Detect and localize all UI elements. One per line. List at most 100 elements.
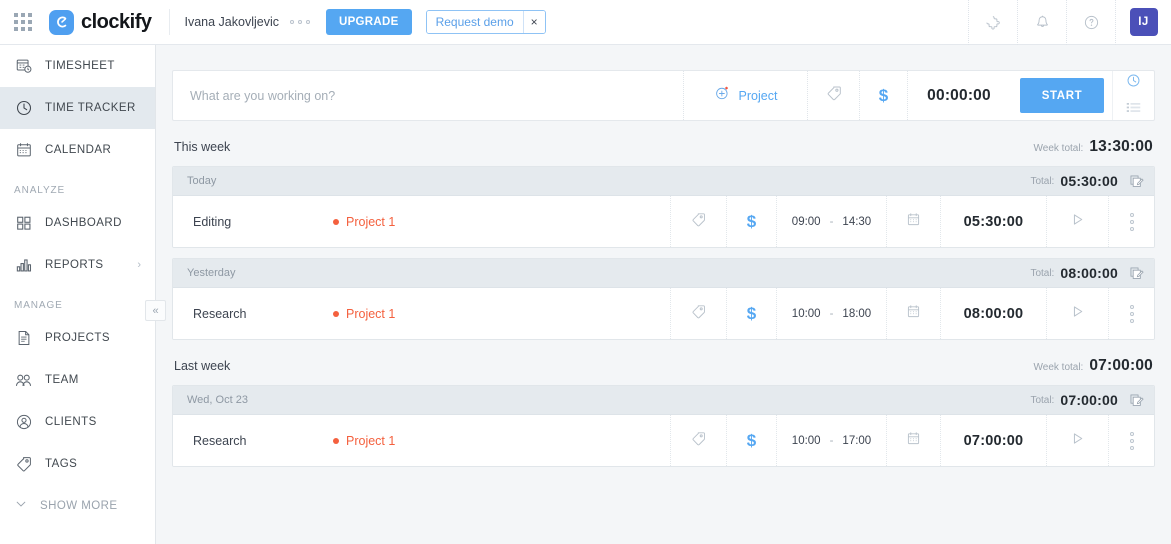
entry-billable-button[interactable]: $: [726, 196, 776, 247]
sidebar-item-tags[interactable]: TAGS: [0, 443, 155, 485]
sidebar-item-label: REPORTS: [45, 259, 104, 271]
clockify-logo[interactable]: clockify: [46, 10, 169, 35]
sidebar-item-clients[interactable]: CLIENTS: [0, 401, 155, 443]
sidebar-item-label: TIME TRACKER: [45, 102, 136, 114]
timer-project-selector[interactable]: Project: [683, 71, 807, 120]
sidebar-item-team[interactable]: TEAM: [0, 359, 155, 401]
week-title: Last week: [174, 359, 230, 373]
sidebar-show-more[interactable]: SHOW MORE: [0, 485, 155, 527]
list-icon[interactable]: [1126, 100, 1141, 118]
entry-start-time[interactable]: 10:00: [792, 308, 821, 320]
entry-end-time[interactable]: 14:30: [842, 216, 871, 228]
entry-project[interactable]: Project 1: [333, 415, 670, 466]
day-header: Yesterday Total: 08:00:00: [173, 259, 1154, 288]
sidebar-item-calendar[interactable]: CALENDAR: [0, 129, 155, 171]
entry-duration[interactable]: 07:00:00: [940, 415, 1046, 466]
entry-time-range[interactable]: 10:00 - 18:00: [776, 288, 886, 339]
timer-billable-button[interactable]: $: [859, 71, 907, 120]
sidebar-collapse-button[interactable]: «: [145, 300, 166, 321]
dashboard-icon: [14, 214, 33, 232]
entry-billable-button[interactable]: $: [726, 415, 776, 466]
entry-date-button[interactable]: [886, 196, 940, 247]
time-range-dash: -: [830, 216, 834, 228]
entry-tag-button[interactable]: [670, 415, 726, 466]
entry-project-name: Project 1: [346, 307, 395, 321]
entry-description[interactable]: Research: [173, 288, 333, 339]
sidebar-item-label: DASHBOARD: [45, 217, 122, 229]
upgrade-button[interactable]: UPGRADE: [326, 9, 412, 35]
entry-play-button[interactable]: [1046, 415, 1108, 466]
day-group: Today Total: 05:30:00 Editing: [172, 166, 1155, 248]
entry-end-time[interactable]: 17:00: [842, 435, 871, 447]
close-icon[interactable]: ×: [523, 11, 545, 33]
calendar-icon: [905, 211, 922, 233]
entry-start-time[interactable]: 10:00: [792, 435, 821, 447]
entry-play-button[interactable]: [1046, 196, 1108, 247]
tag-icon: [690, 211, 707, 233]
chevron-right-icon: ›: [137, 259, 141, 271]
entry-project[interactable]: Project 1: [333, 288, 670, 339]
clock-icon[interactable]: [1126, 73, 1141, 93]
avatar-container: IJ: [1115, 0, 1171, 45]
time-entry-row[interactable]: Editing Project 1 $: [173, 196, 1154, 247]
play-icon: [1069, 303, 1086, 325]
entry-more-menu[interactable]: [1108, 288, 1154, 339]
entry-billable-button[interactable]: $: [726, 288, 776, 339]
calendar-icon: [905, 303, 922, 325]
time-range-dash: -: [830, 308, 834, 320]
entry-project-name: Project 1: [346, 215, 395, 229]
entry-tag-button[interactable]: [670, 196, 726, 247]
entry-tag-button[interactable]: [670, 288, 726, 339]
entry-duration[interactable]: 05:30:00: [940, 196, 1046, 247]
timer-mode-toggle: [1112, 71, 1154, 120]
entry-description[interactable]: Research: [173, 415, 333, 466]
timer-bar: Project $ 00:00:00 START: [172, 70, 1155, 121]
request-demo-banner: Request demo ×: [426, 10, 546, 34]
day-header: Today Total: 05:30:00: [173, 167, 1154, 196]
entry-date-button[interactable]: [886, 415, 940, 466]
timer-tag-button[interactable]: [807, 71, 859, 120]
sidebar-item-time-tracker[interactable]: TIME TRACKER: [0, 87, 155, 129]
sidebar-item-timesheet[interactable]: TIMESHEET: [0, 45, 155, 87]
clockify-wordmark: clockify: [81, 11, 151, 34]
request-demo-link[interactable]: Request demo: [427, 11, 523, 33]
time-entry-row[interactable]: Research Project 1 $: [173, 288, 1154, 339]
entry-play-button[interactable]: [1046, 288, 1108, 339]
entry-more-menu[interactable]: [1108, 196, 1154, 247]
avatar[interactable]: IJ: [1130, 8, 1158, 36]
duplicate-icon[interactable]: [1129, 393, 1144, 408]
duplicate-icon[interactable]: [1129, 266, 1144, 281]
clients-icon: [14, 413, 33, 431]
sidebar-item-dashboard[interactable]: DASHBOARD: [0, 202, 155, 244]
duplicate-icon[interactable]: [1129, 174, 1144, 189]
grid-apps-icon[interactable]: [0, 0, 46, 45]
entry-start-time[interactable]: 09:00: [792, 216, 821, 228]
sidebar-section-manage: MANAGE: [0, 286, 155, 317]
start-button[interactable]: START: [1020, 78, 1104, 113]
entry-duration[interactable]: 08:00:00: [940, 288, 1046, 339]
entry-more-menu[interactable]: [1108, 415, 1154, 466]
week-header: This week Week total: 13:30:00: [174, 138, 1153, 156]
time-entry-row[interactable]: Research Project 1 $: [173, 415, 1154, 466]
sidebar-item-reports[interactable]: REPORTS ›: [0, 244, 155, 286]
entry-project[interactable]: Project 1: [333, 196, 670, 247]
timer-project-label: Project: [739, 89, 778, 103]
bell-icon[interactable]: [1017, 0, 1066, 45]
help-icon[interactable]: [1066, 0, 1115, 45]
entry-description[interactable]: Editing: [173, 196, 333, 247]
entry-time-range[interactable]: 10:00 - 17:00: [776, 415, 886, 466]
workspace-user-name: Ivana Jakovljevic: [170, 15, 290, 29]
day-total-label: Total:: [1030, 395, 1054, 406]
sidebar-item-projects[interactable]: PROJECTS: [0, 317, 155, 359]
puzzle-icon[interactable]: [968, 0, 1017, 45]
top-header: clockify Ivana Jakovljevic UPGRADE Reque…: [0, 0, 1171, 45]
entry-end-time[interactable]: 18:00: [842, 308, 871, 320]
entry-date-button[interactable]: [886, 288, 940, 339]
week-total-label: Week total:: [1034, 362, 1084, 373]
timer-description-input[interactable]: [173, 71, 683, 120]
day-name: Today: [187, 175, 216, 187]
week-total-value: 07:00:00: [1089, 357, 1153, 375]
three-dots-icon[interactable]: [290, 20, 326, 24]
entry-time-range[interactable]: 09:00 - 14:30: [776, 196, 886, 247]
timer-duration[interactable]: 00:00:00: [907, 71, 1010, 120]
